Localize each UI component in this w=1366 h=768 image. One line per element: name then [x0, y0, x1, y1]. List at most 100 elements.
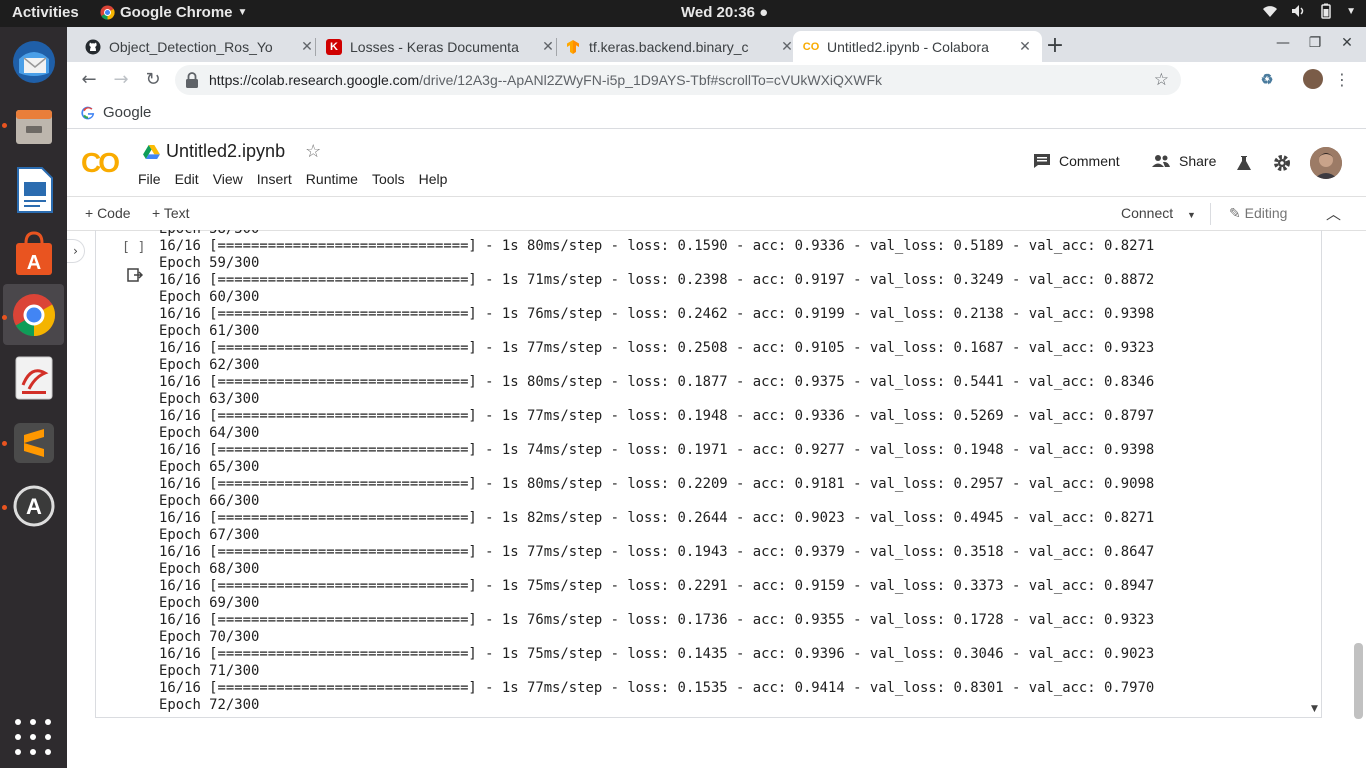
output-line: Epoch 67/300: [159, 527, 260, 543]
comment-button[interactable]: Comment: [1033, 153, 1120, 169]
colab-logo[interactable]: CO: [81, 147, 120, 179]
bookmark-google[interactable]: Google: [81, 104, 151, 121]
output-line: 16/16 [==============================] -…: [159, 544, 1155, 560]
dock: A A: [0, 27, 67, 768]
user-avatar[interactable]: [1310, 147, 1342, 179]
new-tab-button[interactable]: +: [1043, 33, 1067, 58]
colab-icon: CO: [802, 40, 820, 53]
add-text-button[interactable]: + Text: [152, 205, 190, 221]
url-path: /drive/12A3g--ApANl2ZWyFN-i5p_1D9AYS-Tbf…: [419, 72, 883, 88]
files-icon: [15, 109, 52, 144]
output-line: Epoch 64/300: [159, 425, 260, 441]
code-cell[interactable]: [ ] Epoch 58/30016/16 [=================…: [95, 230, 1322, 718]
chrome-icon: [100, 5, 115, 20]
tab-tensorflow[interactable]: tf.keras.backend.binary_c ✕: [555, 31, 804, 62]
dock-files[interactable]: [3, 95, 64, 156]
output-line: 16/16 [==============================] -…: [159, 238, 1155, 254]
colab-header: CO Untitled2.ipynb ☆ File Edit View Inse…: [67, 129, 1366, 197]
share-people-icon: [1152, 155, 1170, 167]
tab-colab[interactable]: CO Untitled2.ipynb - Colabora ✕: [793, 31, 1042, 62]
share-button[interactable]: Share: [1151, 153, 1216, 169]
sidebar-toggle-icon[interactable]: ›: [67, 239, 85, 263]
collapse-header-icon[interactable]: ︿: [1326, 203, 1341, 224]
dock-writer[interactable]: [3, 159, 64, 220]
output-line: 16/16 [==============================] -…: [159, 646, 1155, 662]
menu-bar: File Edit View Insert Runtime Tools Help: [138, 171, 461, 187]
maximize-button[interactable]: ❐: [1307, 35, 1323, 51]
update-manager-icon: A: [13, 485, 54, 526]
notebook-title-area: Untitled2.ipynb ☆: [143, 141, 321, 162]
app-menu[interactable]: Google Chrome ▼: [100, 4, 247, 21]
address-bar[interactable]: https://colab.research.google.com/drive/…: [175, 65, 1181, 95]
running-indicator: [2, 315, 7, 320]
close-icon[interactable]: ✕: [780, 38, 794, 55]
star-icon[interactable]: ☆: [305, 141, 321, 162]
bookmark-label: Google: [103, 104, 152, 121]
power-menu-icon: ▼: [1346, 5, 1356, 17]
menu-runtime[interactable]: Runtime: [306, 171, 365, 187]
minimize-button[interactable]: —: [1275, 35, 1291, 51]
dock-document-viewer[interactable]: [3, 347, 64, 408]
menu-view[interactable]: View: [213, 171, 250, 187]
menu-file[interactable]: File: [138, 171, 168, 187]
output-line: Epoch 59/300: [159, 255, 260, 271]
github-icon: [85, 39, 101, 55]
close-icon[interactable]: ✕: [541, 38, 555, 55]
document-viewer-icon: [15, 356, 52, 399]
connect-button[interactable]: Connect ▼: [1121, 205, 1196, 221]
system-tray[interactable]: ▼: [1262, 3, 1356, 19]
url-host: https://colab.research.google.com: [209, 72, 420, 88]
show-applications-icon[interactable]: [15, 719, 51, 755]
google-icon: [81, 106, 95, 119]
output-line: 16/16 [==============================] -…: [159, 612, 1155, 628]
cell-run-button[interactable]: [ ]: [122, 240, 145, 255]
profile-avatar[interactable]: [1303, 69, 1323, 89]
scroll-down-arrow-icon[interactable]: ▼: [1311, 704, 1318, 714]
window-close-button[interactable]: ✕: [1339, 35, 1355, 51]
bookmarks-bar: Google: [67, 98, 1366, 129]
pencil-icon: ✎: [1229, 205, 1241, 221]
tab-github[interactable]: Object_Detection_Ros_Yo ✕: [75, 31, 324, 62]
settings-gear-icon[interactable]: [1273, 154, 1291, 172]
close-icon[interactable]: ✕: [1018, 38, 1032, 55]
dock-update-manager[interactable]: A: [3, 475, 64, 536]
back-button[interactable]: ←: [78, 69, 100, 91]
page-scrollbar[interactable]: [1354, 643, 1363, 719]
output-line: 16/16 [==============================] -…: [159, 510, 1155, 526]
menu-help[interactable]: Help: [419, 171, 455, 187]
forward-button[interactable]: →: [110, 69, 132, 91]
flask-icon[interactable]: [1236, 155, 1252, 171]
cell-output: Epoch 58/30016/16 [=====================…: [159, 230, 1154, 714]
bookmark-star-icon[interactable]: ☆: [1154, 70, 1169, 90]
dock-software[interactable]: A: [3, 223, 64, 284]
running-indicator: [2, 505, 7, 510]
more-menu-icon[interactable]: ⋮: [1331, 69, 1353, 91]
grammarly-icon[interactable]: G: [1194, 70, 1212, 88]
notebook-title[interactable]: Untitled2.ipynb: [166, 141, 285, 162]
editing-mode-button[interactable]: ✎ Editing: [1229, 205, 1287, 222]
close-icon[interactable]: ✕: [300, 38, 314, 55]
dock-sublime[interactable]: [3, 412, 64, 473]
tab-title: Object_Detection_Ros_Yo: [109, 38, 273, 55]
activities-button[interactable]: Activities: [12, 4, 79, 21]
notebook-toolbar: + Code + Text Connect ▼ ✎ Editing ︿: [67, 197, 1366, 231]
output-line: 16/16 [==============================] -…: [159, 476, 1155, 492]
output-actions-icon[interactable]: [127, 268, 143, 282]
clock[interactable]: Wed 20:36 ●: [681, 4, 768, 21]
reload-button[interactable]: ↻: [142, 69, 164, 91]
output-line: 16/16 [==============================] -…: [159, 272, 1155, 288]
recycle-icon[interactable]: ♻: [1258, 70, 1276, 88]
software-center-icon: A: [15, 230, 52, 275]
adblock-icon[interactable]: ABP: [1226, 70, 1246, 88]
menu-edit[interactable]: Edit: [175, 171, 206, 187]
tab-keras[interactable]: K Losses - Keras Documenta ✕: [316, 31, 565, 62]
menu-tools[interactable]: Tools: [372, 171, 412, 187]
menu-insert[interactable]: Insert: [257, 171, 299, 187]
dock-thunderbird[interactable]: [3, 31, 64, 92]
output-line: 16/16 [==============================] -…: [159, 306, 1155, 322]
dock-chrome[interactable]: [3, 284, 64, 345]
lock-icon: [186, 72, 198, 88]
add-code-button[interactable]: + Code: [85, 205, 131, 221]
output-line: Epoch 72/300: [159, 697, 260, 713]
tab-title: Losses - Keras Documenta: [350, 38, 519, 55]
